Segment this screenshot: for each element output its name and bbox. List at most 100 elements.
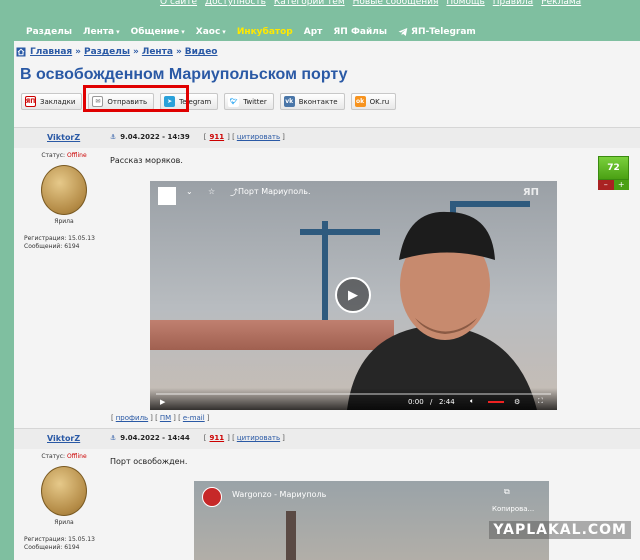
vote-minus-button[interactable]: – xyxy=(598,180,614,190)
breadcrumb-razdely[interactable]: Разделы xyxy=(84,47,130,57)
pm-link[interactable]: ПМ xyxy=(160,414,171,422)
breadcrumb: Главная » Разделы » Лента » Видео xyxy=(16,47,218,57)
rating-votes: – + xyxy=(598,180,629,190)
vk-share-button[interactable]: vk Вконтакте xyxy=(279,93,345,110)
breadcrumb-video[interactable]: Видео xyxy=(185,47,218,57)
nav-label: Арт xyxy=(303,27,323,37)
share-label: Вконтакте xyxy=(298,97,338,106)
post-number[interactable]: 911 xyxy=(210,133,225,141)
msg-count: Сообщений: 6194 xyxy=(24,544,80,551)
share-label: OK.ru xyxy=(369,97,390,106)
reg-date: Регистрация: 15.05.13 xyxy=(24,536,95,543)
nav-label: Разделы xyxy=(26,27,73,37)
channel-avatar[interactable] xyxy=(202,487,222,507)
vote-plus-button[interactable]: + xyxy=(613,180,629,190)
top-link[interactable]: О сайте xyxy=(160,0,197,6)
video-controls: ▶ 0:00 / 2:44 🔈︎ ⚙ ⛶ xyxy=(150,388,557,410)
nav-label: ЯП Файлы xyxy=(333,27,388,37)
post-author[interactable]: ViktorZ xyxy=(47,133,80,142)
copy-label: Копирова... xyxy=(492,505,535,513)
nav-label: Лента xyxy=(83,27,115,37)
post-meta: ⚓ 9.04.2022 - 14:39 [ 911 ] [ цитировать… xyxy=(110,133,285,141)
home-icon xyxy=(16,47,26,57)
avatar[interactable] xyxy=(41,466,87,516)
post-date: 9.04.2022 - 14:39 xyxy=(120,133,190,141)
status-label: Статус: xyxy=(41,152,66,159)
yap-icon: ЯП xyxy=(25,96,36,107)
nav-label: Инкубатор xyxy=(236,27,293,37)
user-registration: Регистрация: 15.05.13 Сообщений: 6194 xyxy=(24,235,104,251)
time-separator: / xyxy=(430,398,433,406)
rating-widget: 72 – + xyxy=(598,156,629,190)
cite-link[interactable]: цитировать xyxy=(237,434,280,442)
top-link[interactable]: Новые сообщения xyxy=(353,0,439,6)
nav-label: Хаос xyxy=(195,27,221,37)
user-registration: Регистрация: 15.05.13 Сообщений: 6194 xyxy=(24,536,104,552)
nav-item-razdely[interactable]: Разделы xyxy=(26,27,72,37)
user-rank: Ярила xyxy=(54,519,74,526)
site-watermark: YAPLAKAL.COM xyxy=(489,521,631,539)
ok-share-button[interactable]: ok OK.ru xyxy=(350,93,397,110)
volume-icon[interactable]: 🔈︎ xyxy=(470,397,474,406)
breadcrumb-separator: » xyxy=(75,47,81,57)
post-number[interactable]: 911 xyxy=(210,434,225,442)
progress-bar[interactable] xyxy=(156,393,551,395)
ship-mast xyxy=(286,511,296,560)
nav-item-lenta[interactable]: Лента ▾ xyxy=(83,27,120,37)
breadcrumb-lenta[interactable]: Лента xyxy=(142,47,173,57)
chevron-down-icon[interactable]: ⌄ xyxy=(186,187,193,196)
post-text: Рассказ моряков. xyxy=(110,156,183,165)
nav-label: Общение xyxy=(130,27,180,37)
post-header: ViktorZ ⚓ 9.04.2022 - 14:39 [ 911 ] [ ци… xyxy=(14,128,640,148)
volume-slider[interactable] xyxy=(488,401,504,403)
profile-link[interactable]: профиль xyxy=(116,414,148,422)
top-link[interactable]: Категории тем xyxy=(274,0,345,6)
cite-link[interactable]: цитировать xyxy=(237,133,280,141)
avatar[interactable] xyxy=(41,165,87,215)
video-player[interactable]: ⌄ ☆ ⤴ Порт Мариуполь. ЯП ▶ ▶ 0:00 / 2:44… xyxy=(150,181,557,410)
post-header: ViktorZ ⚓ 9.04.2022 - 14:44 [ 911 ] [ ци… xyxy=(14,429,640,449)
bracket: ] [ xyxy=(227,133,235,141)
breadcrumb-separator: » xyxy=(175,47,182,57)
bracket: ] xyxy=(282,434,285,442)
video-title[interactable]: Порт Мариуполь. xyxy=(238,187,311,196)
copy-icon[interactable]: ⧉ xyxy=(504,487,510,497)
post-author[interactable]: ViktorZ xyxy=(47,434,80,443)
top-link[interactable]: Доступность xyxy=(205,0,266,6)
breadcrumb-separator: » xyxy=(133,47,139,57)
video-title[interactable]: Wargonzo - Мариуполь xyxy=(232,490,326,499)
play-button[interactable]: ▶ xyxy=(335,277,371,313)
post-footer: [профиль] [ПМ] [e-mail] xyxy=(111,414,210,422)
nav-item-telegram[interactable]: ЯП-Telegram xyxy=(398,27,476,37)
breadcrumb-home[interactable]: Главная xyxy=(30,47,72,57)
page-title: В освобожденном Мариупольском порту xyxy=(20,66,348,83)
bracket: [ xyxy=(203,133,207,141)
anchor-icon[interactable]: ⚓ xyxy=(110,434,116,442)
share-icon[interactable]: ⤴ xyxy=(230,187,238,198)
vk-icon: vk xyxy=(283,96,295,107)
ok-icon: ok xyxy=(354,96,366,107)
anchor-icon[interactable]: ⚓ xyxy=(110,133,116,141)
post-text: Порт освобожден. xyxy=(110,457,188,466)
top-link[interactable]: Рекламa xyxy=(541,0,581,6)
star-icon[interactable]: ☆ xyxy=(208,187,215,196)
bookmarks-button[interactable]: ЯП Закладки xyxy=(21,93,83,110)
user-info: Статус: Offline Ярила Регистрация: 15.05… xyxy=(24,453,104,552)
nav-item-inkubator[interactable]: Инкубатор xyxy=(237,27,293,37)
share-label: Twitter xyxy=(243,97,267,106)
nav-item-obshenie[interactable]: Общение ▾ xyxy=(131,27,185,37)
settings-icon[interactable]: ⚙ xyxy=(514,398,520,406)
nav-item-haos[interactable]: Хаос ▾ xyxy=(196,27,226,37)
play-icon[interactable]: ▶ xyxy=(160,398,165,406)
twitter-share-button[interactable]: 🐦︎ Twitter xyxy=(224,93,274,110)
nav-label: ЯП-Telegram xyxy=(411,27,476,37)
twitter-icon: 🐦︎ xyxy=(228,96,240,107)
email-link[interactable]: e-mail xyxy=(183,414,205,422)
top-link[interactable]: Помощь xyxy=(446,0,484,6)
telegram-icon xyxy=(398,28,408,36)
nav-item-art[interactable]: Арт xyxy=(304,27,323,37)
top-link[interactable]: Правила xyxy=(493,0,533,6)
caret-down-icon: ▾ xyxy=(222,28,226,36)
fullscreen-icon[interactable]: ⛶ xyxy=(538,397,543,406)
nav-item-files[interactable]: ЯП Файлы xyxy=(333,27,387,37)
